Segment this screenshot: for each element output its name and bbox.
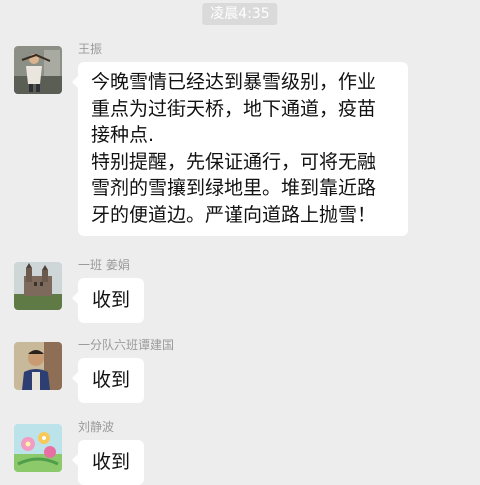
sender-name: 一分队六班谭建国 bbox=[78, 338, 175, 352]
message-bubble[interactable]: 收到 bbox=[71, 358, 145, 403]
message-text: 收到 bbox=[92, 369, 131, 391]
message-text: 今晚雪情已经达到暴雪级别，作业 重点为过街天桥，地下通道，疫苗 接种点. bbox=[91, 71, 377, 146]
avatar[interactable] bbox=[14, 342, 62, 390]
sender-name: 王振 bbox=[78, 42, 103, 56]
chat-timestamp: 凌晨4:35 bbox=[202, 3, 278, 25]
sender-name: 刘静波 bbox=[78, 420, 115, 434]
sender-name: 一班 姜娟 bbox=[78, 258, 130, 272]
message-bubble[interactable]: 今晚雪情已经达到暴雪级别，作业 重点为过街天桥，地下通道，疫苗 接种点. 特别提… bbox=[72, 62, 408, 236]
message-text: 特别提醒，先保证通行，可将无融 雪剂的雪攘到绿地里。堆到靠近路 牙的便道边。严谨… bbox=[91, 150, 377, 226]
message-bubble[interactable]: 收到 bbox=[71, 278, 145, 323]
avatar[interactable] bbox=[14, 262, 62, 310]
flower-illustration-avatar-icon bbox=[14, 424, 62, 472]
person-outdoor-avatar-icon bbox=[14, 46, 62, 94]
message-text: 收到 bbox=[92, 289, 131, 311]
avatar[interactable] bbox=[14, 46, 62, 94]
person-portrait-avatar-icon bbox=[14, 342, 62, 390]
message-text: 收到 bbox=[92, 451, 131, 473]
message-bubble[interactable]: 收到 bbox=[71, 440, 145, 485]
castle-landscape-avatar-icon bbox=[14, 262, 62, 310]
avatar[interactable] bbox=[14, 424, 62, 472]
